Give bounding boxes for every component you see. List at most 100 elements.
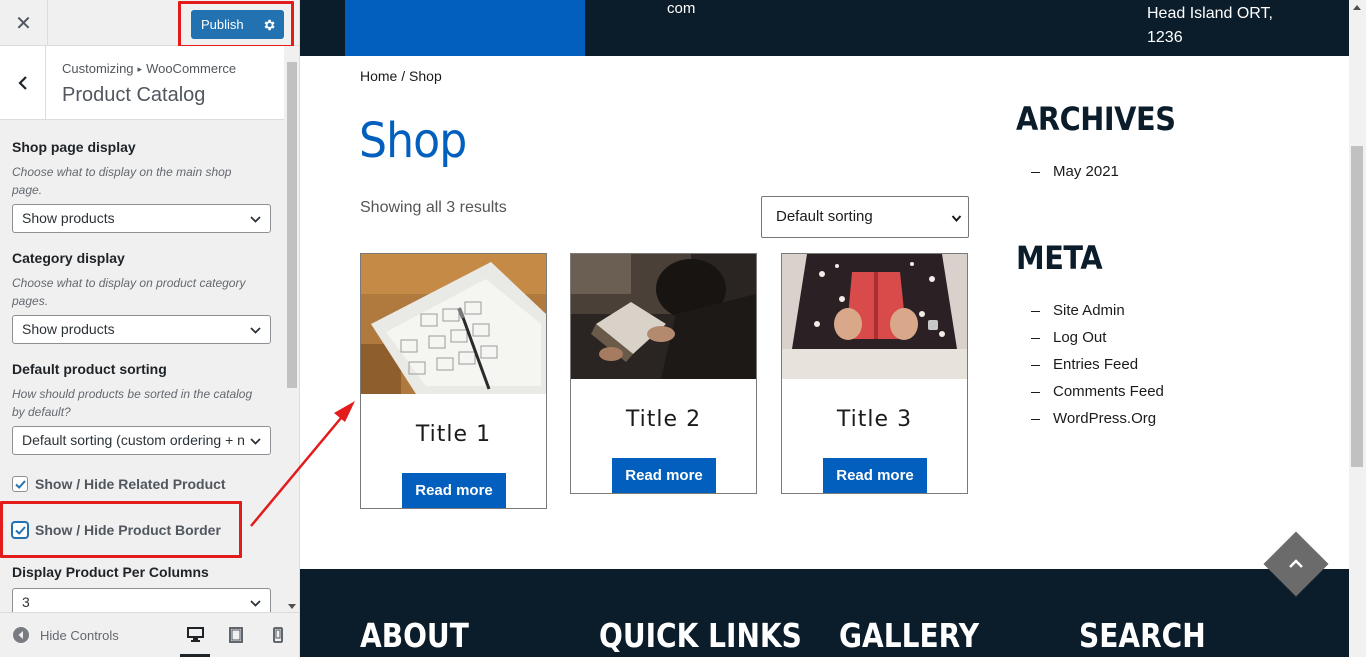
product-border-toggle[interactable]: Show / Hide Product Border	[12, 522, 221, 538]
footer-heading: QUICK LINKS	[599, 616, 802, 655]
category-display-select[interactable]: Show products	[12, 315, 271, 344]
meta-link[interactable]: Comments Feed	[1031, 382, 1164, 409]
default-sorting-value: Default sorting (custom ordering + n	[22, 432, 245, 448]
chevron-down-icon	[951, 215, 962, 223]
close-customizer-button[interactable]: ✕	[0, 0, 48, 46]
footer-heading: ABOUT	[360, 616, 469, 655]
checkmark-icon	[14, 479, 26, 489]
meta-link[interactable]: WordPress.Org	[1031, 409, 1164, 436]
preview-scroll-thumb[interactable]	[1351, 146, 1363, 467]
publish-label: Publish	[201, 17, 244, 32]
chevron-down-icon	[250, 600, 261, 607]
sidebar-scrollbar[interactable]	[284, 46, 299, 612]
controls-panel: Shop page display Choose what to display…	[0, 120, 284, 612]
sidebar-scroll-thumb[interactable]	[287, 62, 297, 388]
breadcrumb-section: WooCommerce	[146, 61, 237, 76]
product-card[interactable]: Title 3 Read more	[781, 253, 968, 494]
close-icon: ✕	[15, 12, 32, 35]
default-sorting-title: Default product sorting	[12, 361, 167, 377]
breadcrumb-separator: /	[397, 68, 410, 84]
result-count: Showing all 3 results	[360, 199, 507, 216]
gear-icon[interactable]	[259, 15, 278, 34]
breadcrumb-root: Customizing	[62, 61, 134, 76]
top-address-text: Head Island ORT, 1236	[1147, 5, 1273, 46]
product-title[interactable]: Title 3	[782, 407, 967, 432]
footer-heading: SEARCH	[1079, 616, 1206, 655]
product-border-label: Show / Hide Product Border	[35, 522, 221, 538]
breadcrumb-separator-icon: ▸	[137, 64, 143, 74]
per-columns-select[interactable]: 3	[12, 588, 271, 612]
tablet-preview-button[interactable]	[221, 621, 251, 657]
preview-scrollbar[interactable]	[1349, 0, 1366, 657]
sort-select[interactable]: Default sorting	[761, 196, 969, 238]
chevron-down-icon	[250, 216, 261, 223]
default-sorting-select[interactable]: Default sorting (custom ordering + n	[12, 426, 271, 455]
back-button[interactable]	[0, 46, 46, 120]
panel-title: Product Catalog	[62, 84, 206, 106]
scroll-down-arrow-icon[interactable]	[288, 604, 296, 609]
read-more-button[interactable]: Read more	[612, 458, 716, 493]
site-footer: ABOUT QUICK LINKS GALLERY SEARCH	[300, 569, 1349, 657]
desktop-preview-button[interactable]	[180, 621, 210, 657]
read-more-button[interactable]: Read more	[402, 473, 506, 508]
product-card[interactable]: Title 2 Read more	[570, 253, 757, 494]
hide-controls-button[interactable]: Hide Controls	[13, 627, 119, 643]
customizer-footer: Hide Controls	[0, 612, 299, 657]
scroll-up-arrow-icon[interactable]	[1353, 5, 1361, 10]
meta-list: Site Admin Log Out Entries Feed Comments…	[1031, 301, 1164, 436]
product-border-checkbox[interactable]	[12, 522, 28, 538]
category-display-description: Choose what to display on product catego…	[12, 276, 246, 308]
customizer-header: ✕ Publish	[0, 0, 299, 48]
site-preview: com Head Island ORT, 1236 Home / Shop Sh…	[300, 0, 1349, 657]
archives-list: May 2021	[1031, 162, 1119, 189]
chevron-up-icon	[1289, 559, 1303, 568]
category-display-value: Show products	[22, 321, 115, 337]
shop-page-display-value: Show products	[22, 210, 115, 226]
mobile-icon	[273, 627, 283, 643]
customizer-breadcrumb: Customizing ▸ WooCommerce	[62, 61, 236, 76]
tablet-icon	[229, 627, 243, 643]
breadcrumb-current: Shop	[409, 68, 442, 84]
related-product-toggle[interactable]: Show / Hide Related Product	[12, 476, 226, 492]
footer-heading: GALLERY	[839, 616, 980, 655]
checkmark-icon	[14, 525, 26, 535]
per-columns-value: 3	[22, 594, 30, 610]
hide-controls-label: Hide Controls	[40, 627, 119, 643]
product-card[interactable]: Title 1 Read more	[360, 253, 547, 509]
product-image[interactable]	[782, 254, 967, 379]
related-product-label: Show / Hide Related Product	[35, 476, 226, 492]
mobile-preview-button[interactable]	[263, 621, 293, 657]
category-display-title: Category display	[12, 250, 125, 266]
meta-link[interactable]: Entries Feed	[1031, 355, 1164, 382]
meta-link[interactable]: Log Out	[1031, 328, 1164, 355]
shop-page-display-select[interactable]: Show products	[12, 204, 271, 233]
chevron-down-icon	[250, 438, 261, 445]
customizer-sidebar: ✕ Publish Customizing ▸ WooCommerce Produc…	[0, 0, 300, 657]
top-info-bar: com Head Island ORT, 1236	[300, 0, 1349, 56]
archives-widget-title: ARCHIVES	[1016, 100, 1176, 138]
chevron-down-icon	[250, 327, 261, 334]
product-title[interactable]: Title 2	[571, 407, 756, 432]
read-more-button[interactable]: Read more	[823, 458, 927, 493]
top-bar-highlight	[345, 0, 585, 56]
archive-link[interactable]: May 2021	[1031, 162, 1119, 189]
sort-select-value: Default sorting	[776, 208, 873, 225]
related-product-checkbox[interactable]	[12, 476, 28, 492]
per-columns-title: Display Product Per Columns	[12, 564, 209, 580]
product-image[interactable]	[571, 254, 756, 379]
collapse-icon	[13, 627, 29, 643]
chevron-left-icon	[17, 76, 27, 90]
top-email-text: com	[667, 0, 696, 17]
desktop-icon	[186, 627, 204, 642]
meta-widget-title: META	[1016, 239, 1103, 277]
product-title[interactable]: Title 1	[361, 422, 546, 447]
breadcrumb-home-link[interactable]: Home	[360, 68, 397, 84]
product-image[interactable]	[361, 254, 546, 394]
section-nav: Customizing ▸ WooCommerce Product Catalog	[0, 46, 284, 120]
default-sorting-description: How should products be sorted in the cat…	[12, 387, 253, 419]
meta-link[interactable]: Site Admin	[1031, 301, 1164, 328]
page-title: Shop	[359, 113, 467, 169]
publish-button[interactable]: Publish	[191, 10, 284, 39]
shop-page-display-title: Shop page display	[12, 139, 136, 155]
shop-page-display-description: Choose what to display on the main shop …	[12, 165, 232, 197]
